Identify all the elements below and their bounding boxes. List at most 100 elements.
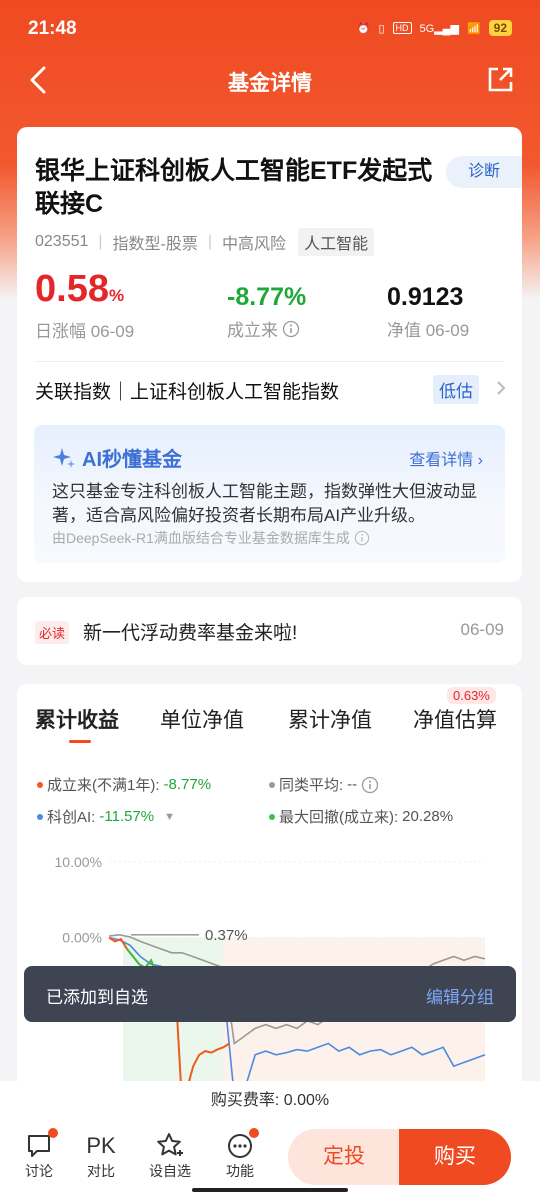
status-bar: 21:48 ⏰ ▯ HD 5G▂▄▆ 📶 92 (0, 0, 540, 56)
since-inception-value: -8.77% (227, 283, 307, 311)
func-label: 功能 (226, 1163, 254, 1179)
nav-metric: 0.9123 净值 06-09 (387, 283, 469, 341)
related-index-row[interactable]: 关联指数｜上证科创板人工智能指数 低估 (35, 375, 507, 405)
valuation-badge: 低估 (433, 375, 479, 404)
pk-icon: PK (86, 1133, 116, 1158)
must-read-badge: 必读 (35, 621, 70, 644)
fund-info-card: 银华上证科创板人工智能ETF发起式联接C 诊断 023551 | 指数型-股票 … (17, 127, 522, 582)
theme-tag[interactable]: 人工智能 (298, 228, 375, 256)
ai-view-details-text: 查看详情 (409, 452, 474, 469)
daily-change-unit: % (108, 286, 125, 305)
ai-source-note: 由DeepSeek-R1满血版结合专业基金数据库生成 (52, 528, 370, 548)
nav-bar: 基金详情 (0, 56, 540, 106)
ai-view-details-link[interactable]: 查看详情 › (409, 446, 483, 470)
notice-date: 06-09 (460, 620, 504, 639)
legend-dot (269, 813, 275, 820)
info-icon[interactable] (354, 530, 370, 546)
wifi-icon: 📶 (466, 22, 481, 35)
fee-bar: 购买费率: 0.00% (0, 1081, 540, 1121)
legend-drawdown-label: 最大回撤(成立来): (279, 809, 399, 826)
legend-dot (269, 781, 275, 788)
legend-index-value: -11.57% (99, 808, 155, 825)
home-indicator (192, 1188, 348, 1192)
share-icon[interactable] (486, 66, 514, 99)
tab-cumulative-return[interactable]: 累计收益 (35, 704, 119, 734)
info-icon[interactable] (361, 776, 379, 794)
discuss-label: 讨论 (25, 1163, 53, 1179)
legend-since-value: -8.77% (163, 776, 212, 793)
discuss-button[interactable]: 讨论 (14, 1128, 64, 1181)
active-tab-indicator (69, 740, 91, 743)
tab-unit-nav[interactable]: 单位净值 (160, 704, 244, 734)
ai-summary-text: 这只基金专注科创板人工智能主题，指数弹性大但波动显著，适合高风险偏好投资者长期布… (52, 482, 477, 525)
fund-name: 银华上证科创板人工智能ETF发起式联接C (35, 157, 433, 218)
bottom-action-bar: 讨论 PK 对比 设自选 功能 定投 购买 (0, 1121, 540, 1194)
buy-button[interactable]: 购买 (399, 1129, 511, 1185)
info-icon[interactable] (282, 320, 300, 338)
estimate-badge: 0.63% (447, 687, 496, 704)
legend-peer-label: 同类平均: (279, 777, 344, 794)
nav-value: 0.9123 (387, 283, 464, 311)
vibrate-icon: ▯ (378, 22, 385, 35)
legend-since-inception: 成立来(不满1年): -8.77% (37, 774, 211, 795)
battery-icon: 92 (488, 20, 512, 36)
ai-summary-box: AI秒懂基金 查看详情 › 这只基金专注科创板人工智能主题，指数弹性大但波动显著… (34, 425, 505, 563)
functions-button[interactable]: 功能 (215, 1128, 265, 1181)
status-icons: ⏰ ▯ HD 5G▂▄▆ 📶 92 (357, 20, 512, 36)
daily-change-label: 日涨幅 06-09 (35, 322, 135, 341)
ai-source-text: 由DeepSeek-R1满血版结合专业基金数据库生成 (52, 530, 350, 546)
toast: 已添加到自选 编辑分组 (24, 966, 516, 1022)
ai-summary-title: AI秒懂基金 (52, 443, 182, 472)
annotation-label: 0.37% (205, 927, 248, 944)
compare-button[interactable]: PK 对比 (76, 1131, 126, 1181)
signal-icon: 5G▂▄▆ (419, 22, 459, 35)
legend-max-drawdown: 最大回撤(成立来): 20.28% (269, 806, 453, 827)
fund-risk: 中高风险 (222, 236, 287, 253)
watch-label: 设自选 (149, 1163, 191, 1179)
toast-message: 已添加到自选 (46, 988, 148, 1007)
notification-dot (48, 1128, 58, 1138)
star-plus-icon (157, 1133, 183, 1156)
legend-peer-value: -- (347, 776, 358, 793)
add-watchlist-button[interactable]: 设自选 (145, 1131, 195, 1181)
y-tick-label: 0.00% (62, 930, 102, 946)
performance-card: 累计收益 单位净值 累计净值 净值估算 0.63% 成立来(不满1年): -8.… (17, 684, 522, 1104)
compare-label: 对比 (87, 1163, 115, 1179)
diagnose-button[interactable]: 诊断 (446, 156, 522, 188)
legend-dot (37, 813, 43, 820)
notification-dot (249, 1128, 259, 1138)
legend-drawdown-value: 20.28% (402, 808, 454, 825)
legend-index-label: 科创AI: (47, 809, 96, 826)
daily-change-value: 0.58 (35, 268, 109, 310)
chevron-right-icon (495, 377, 507, 405)
since-inception-label: 成立来 (227, 321, 278, 340)
legend-index[interactable]: 科创AI: -11.57% ▼ (37, 806, 175, 827)
status-time: 21:48 (28, 18, 77, 39)
fund-code: 023551 (35, 233, 89, 250)
alarm-icon: ⏰ (356, 22, 371, 35)
since-inception-metric[interactable]: -8.77% 成立来 (227, 283, 306, 341)
tag-separator: | (207, 233, 213, 250)
daily-change-metric: 0.58% 日涨幅 06-09 (35, 270, 134, 342)
ai-summary-title-text: AI秒懂基金 (82, 449, 182, 471)
fee-label: 购买费率: (210, 1092, 280, 1109)
legend-peer-average: 同类平均: -- (269, 774, 379, 795)
fund-tags: 023551 | 指数型-股票 | 中高风险 人工智能 (35, 228, 375, 256)
legend-dot (37, 781, 43, 788)
notice-card[interactable]: 必读 新一代浮动费率基金来啦! 06-09 (17, 597, 522, 665)
fund-type: 指数型-股票 (112, 236, 198, 253)
chat-icon (28, 1135, 50, 1157)
hd-icon: HD (392, 22, 412, 34)
divider (35, 361, 504, 362)
notice-text: 新一代浮动费率基金来啦! (83, 623, 298, 644)
auto-invest-button[interactable]: 定投 (288, 1129, 400, 1185)
page-title: 基金详情 (228, 72, 312, 95)
sparkle-icon (53, 447, 75, 468)
tab-nav-estimate[interactable]: 净值估算 (413, 704, 497, 734)
tab-cumulative-nav[interactable]: 累计净值 (288, 704, 372, 734)
edit-group-button[interactable]: 编辑分组 (426, 983, 494, 1008)
nav-label: 净值 06-09 (387, 321, 470, 340)
caret-down-icon[interactable]: ▼ (164, 811, 175, 823)
performance-tabs: 累计收益 单位净值 累计净值 净值估算 (17, 704, 522, 744)
y-tick-label: 10.00% (55, 854, 102, 870)
